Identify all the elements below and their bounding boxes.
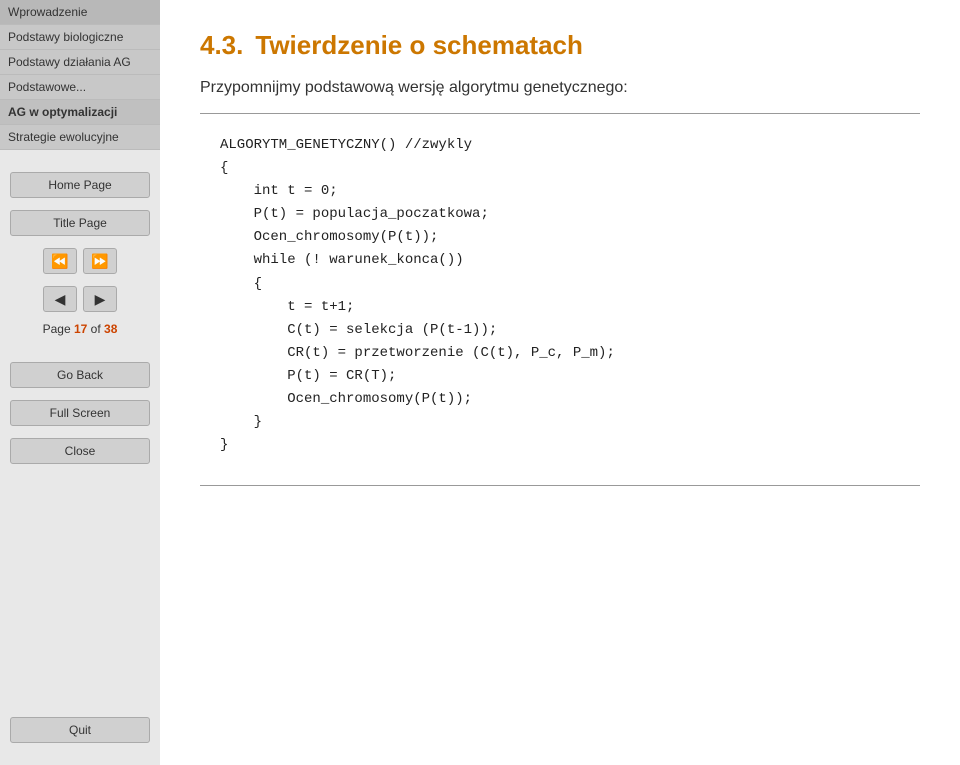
page-label: Page [43,322,71,336]
code-line: C(t) = selekcja (P(t-1)); [220,319,920,342]
fast-back-button[interactable]: ⏪ [43,248,77,274]
code-line: P(t) = populacja_poczatkowa; [220,203,920,226]
code-line: } [220,411,920,434]
close-button[interactable]: Close [10,438,150,464]
page-current: 17 [74,322,87,336]
slow-nav-arrows: ◀ ▶ [10,286,150,312]
divider-bottom [200,485,920,486]
code-line: } [220,434,920,457]
section-title: Twierdzenie o schematach [255,30,583,61]
main-content: 4.3. Twierdzenie o schematach Przypomnij… [160,0,960,765]
fast-forward-button[interactable]: ⏩ [83,248,117,274]
sidebar-item-strategie-ewolucyjne[interactable]: Strategie ewolucyjne [0,125,160,150]
sidebar: WprowadzeniePodstawy biologicznePodstawy… [0,0,160,765]
forward-button[interactable]: ▶ [83,286,117,312]
back-button[interactable]: ◀ [43,286,77,312]
title-page-button[interactable]: Title Page [10,210,150,236]
page-total: 38 [104,322,117,336]
code-line: { [220,273,920,296]
sidebar-item-podstawy-biologiczne[interactable]: Podstawy biologiczne [0,25,160,50]
code-line: Ocen_chromosomy(P(t)); [220,226,920,249]
divider-top [200,113,920,114]
nav-items: WprowadzeniePodstawy biologicznePodstawy… [0,0,160,150]
code-line: while (! warunek_konca()) [220,249,920,272]
sidebar-item-podstawy-dzialania-ag[interactable]: Podstawy działania AG [0,50,160,75]
intro-text: Przypomnijmy podstawową wersję algorytmu… [200,79,920,97]
code-line: Ocen_chromosomy(P(t)); [220,388,920,411]
full-screen-button[interactable]: Full Screen [10,400,150,426]
page-info: Page 17 of 38 [10,322,150,336]
sidebar-item-wprowadzenie[interactable]: Wprowadzenie [0,0,160,25]
code-line: int t = 0; [220,180,920,203]
fast-nav-arrows: ⏪ ⏩ [10,248,150,274]
code-line: t = t+1; [220,296,920,319]
section-number: 4.3. [200,30,243,61]
quit-button[interactable]: Quit [10,717,150,743]
sidebar-item-ag-w-optymalizacji[interactable]: AG w optymalizacji [0,100,160,125]
sidebar-item-podstawowe[interactable]: Podstawowe... [0,75,160,100]
code-line: CR(t) = przetworzenie (C(t), P_c, P_m); [220,342,920,365]
code-line: P(t) = CR(T); [220,365,920,388]
code-block: ALGORYTM_GENETYCZNY() //zwykly{ int t = … [220,134,920,457]
code-line: ALGORYTM_GENETYCZNY() //zwykly [220,134,920,157]
home-page-button[interactable]: Home Page [10,172,150,198]
code-line: { [220,157,920,180]
page-of: of [91,322,101,336]
go-back-button[interactable]: Go Back [10,362,150,388]
